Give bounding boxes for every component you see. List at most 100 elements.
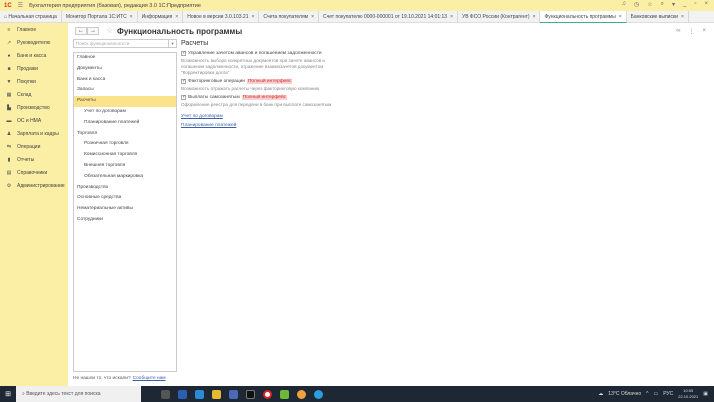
option-checkbox-row[interactable]: ✓ Факторинговые операции Полный интерфейс bbox=[181, 79, 336, 84]
section-list-item[interactable]: Документы bbox=[74, 64, 176, 75]
option-label: Факторинговые операции bbox=[188, 79, 245, 84]
sidebar-item[interactable]: ▦ Склад bbox=[0, 88, 68, 101]
sidebar-item[interactable]: ⇆ Операции bbox=[0, 140, 68, 153]
1c-app-icon[interactable] bbox=[297, 389, 306, 399]
section-list-item[interactable]: Комиссионная торговля bbox=[74, 150, 176, 161]
network-icon[interactable]: ▭ bbox=[653, 391, 658, 397]
yandex-browser-icon[interactable] bbox=[263, 389, 272, 399]
section-list-item[interactable]: Главное bbox=[74, 53, 176, 64]
sidebar-item[interactable]: ▤ Справочники bbox=[0, 166, 68, 179]
task-view-icon[interactable] bbox=[161, 389, 170, 399]
tab-close-icon[interactable]: × bbox=[175, 14, 178, 20]
option-checkbox-row[interactable]: ✓ Выплаты самозанятым Полный интерфейс bbox=[181, 95, 336, 100]
tab-close-icon[interactable]: × bbox=[311, 14, 314, 20]
clock[interactable]: 10:55 22.10.2021 bbox=[678, 388, 698, 399]
search-icon[interactable]: ⌕ bbox=[661, 1, 664, 8]
terminal-icon[interactable] bbox=[246, 389, 255, 399]
tab-item[interactable]: Счет покупателю 0000-000001 от 19.10.202… bbox=[319, 11, 459, 23]
section-list-item[interactable]: Обязательная маркировка bbox=[74, 172, 176, 183]
search-input[interactable]: Поиск функциональности ▾ bbox=[73, 39, 177, 48]
main-menu-icon[interactable]: ☰ bbox=[18, 2, 23, 9]
star-icon[interactable]: ☆ bbox=[647, 1, 652, 8]
tab-close-icon[interactable]: × bbox=[681, 14, 684, 20]
section-list-item[interactable]: Производство bbox=[74, 183, 176, 194]
option-description: Возможность выбора конкретных документов… bbox=[181, 58, 325, 75]
tab-close-icon[interactable]: × bbox=[533, 14, 536, 20]
section-list-item[interactable]: Учет по договорам bbox=[74, 107, 176, 118]
section-list-item[interactable]: Сотрудники bbox=[74, 215, 176, 226]
dropdown-icon[interactable]: ▾ bbox=[168, 40, 176, 47]
sidebar-item[interactable]: ● Банк и касса bbox=[0, 49, 68, 62]
tray-chevron-icon[interactable]: ^ bbox=[646, 391, 648, 397]
sidebar-item-icon: ● bbox=[7, 52, 11, 59]
section-list-item[interactable]: Планирование платежей bbox=[74, 118, 176, 129]
tab-label: Информация bbox=[141, 14, 173, 20]
minimize-icon[interactable]: _ bbox=[683, 1, 686, 8]
weather-text[interactable]: 13°C Облачно bbox=[608, 391, 641, 397]
tab-item[interactable]: ⌂ Начальная страница bbox=[0, 11, 62, 23]
sidebar-item[interactable]: ↗ Руководителю bbox=[0, 36, 68, 49]
section-list-item[interactable]: Розничная торговля bbox=[74, 139, 176, 150]
section-link[interactable]: Учет по договорам bbox=[181, 114, 336, 119]
sidebar-item[interactable]: ▬ ОС и НМА bbox=[0, 114, 68, 127]
sidebar-item-label: Покупки bbox=[17, 78, 36, 85]
section-content: Расчеты ✓ Управление зачетом авансов и по… bbox=[181, 40, 336, 128]
explorer-icon[interactable] bbox=[212, 389, 221, 399]
telegram-icon[interactable] bbox=[314, 389, 323, 399]
section-link[interactable]: Планирование платежей bbox=[181, 123, 336, 128]
taskbar-search-input[interactable]: ⌕ Введите здесь текст для поиска bbox=[16, 386, 141, 402]
option-checkbox-row[interactable]: ✓ Управление зачетом авансов и погашением… bbox=[181, 51, 336, 56]
sidebar-item[interactable]: ■ Продажи bbox=[0, 62, 68, 75]
sidebar-item[interactable]: ▼ Покупки bbox=[0, 75, 68, 88]
tab-item[interactable]: Функциональность программы × bbox=[540, 11, 627, 23]
forward-button[interactable]: → bbox=[87, 27, 99, 35]
favorite-star-icon[interactable]: ☆ bbox=[106, 26, 113, 35]
section-list-item[interactable]: Запасы bbox=[74, 85, 176, 96]
sidebar-item[interactable]: ▙ Производство bbox=[0, 101, 68, 114]
tab-close-icon[interactable]: × bbox=[130, 14, 133, 20]
bell-icon[interactable]: ♫ bbox=[621, 1, 626, 8]
android-app-icon[interactable] bbox=[280, 389, 289, 399]
word-icon[interactable] bbox=[178, 389, 187, 399]
history-icon[interactable]: ◷ bbox=[634, 1, 639, 8]
checkbox[interactable]: ✓ bbox=[181, 95, 186, 100]
tab-close-icon[interactable]: × bbox=[619, 14, 622, 20]
link-icon[interactable]: ∞ bbox=[676, 28, 680, 35]
sidebar-item[interactable]: ⚙ Администрирование bbox=[0, 179, 68, 192]
section-list-item[interactable]: Банк и касса bbox=[74, 75, 176, 86]
close-form-icon[interactable]: × bbox=[702, 28, 706, 35]
tab-item[interactable]: Новое в версии 3.0.103.21 × bbox=[183, 11, 260, 23]
checkbox[interactable]: ✓ bbox=[181, 79, 186, 84]
full-interface-badge: Полный интерфейс bbox=[246, 79, 293, 84]
tab-close-icon[interactable]: × bbox=[450, 14, 453, 20]
feedback-link[interactable]: Сообщите нам bbox=[133, 376, 166, 381]
notifications-icon[interactable]: ▣ bbox=[703, 391, 708, 397]
tab-close-icon[interactable]: × bbox=[251, 14, 254, 20]
language-indicator[interactable]: РУС bbox=[663, 391, 673, 397]
section-list-item[interactable]: Расчеты bbox=[74, 96, 176, 107]
tab-item[interactable]: Банковские выписки × bbox=[627, 11, 689, 23]
tab-item[interactable]: Счета покупателям × bbox=[259, 11, 320, 23]
sidebar-item[interactable]: ♟ Зарплата и кадры bbox=[0, 127, 68, 140]
maximize-icon[interactable]: ▫ bbox=[694, 1, 696, 8]
close-icon[interactable]: × bbox=[704, 1, 708, 8]
page-title: Функциональность программы bbox=[117, 27, 243, 36]
edge-icon[interactable] bbox=[195, 389, 204, 399]
full-interface-badge: Полный интерфейс bbox=[241, 95, 288, 100]
menu-icon[interactable]: ▾ bbox=[672, 1, 675, 8]
network-app-icon[interactable] bbox=[229, 389, 238, 399]
sidebar-item-label: Отчеты bbox=[17, 156, 35, 163]
sidebar-item[interactable]: ▮ Отчеты bbox=[0, 153, 68, 166]
tab-item[interactable]: УВ ФСО России (Контрагент) × bbox=[458, 11, 541, 23]
section-list-item[interactable]: Внешняя торговля bbox=[74, 161, 176, 172]
back-button[interactable]: ← bbox=[75, 27, 87, 35]
sidebar-item[interactable]: ≡ Главное bbox=[0, 23, 68, 36]
section-list-item[interactable]: Основные средства bbox=[74, 193, 176, 204]
tab-item[interactable]: Монитор Портала 1С:ИТС × bbox=[62, 11, 138, 23]
checkbox[interactable]: ✓ bbox=[181, 51, 186, 56]
windows-start-icon[interactable]: ⊞ bbox=[0, 390, 16, 398]
more-icon[interactable]: ⋮ bbox=[688, 28, 694, 35]
section-list-item[interactable]: Торговля bbox=[74, 129, 176, 140]
section-list-item[interactable]: Нематериальные активы bbox=[74, 204, 176, 215]
tab-item[interactable]: Информация × bbox=[138, 11, 184, 23]
